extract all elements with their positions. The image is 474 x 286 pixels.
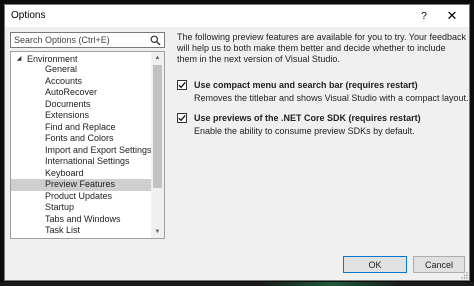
scrollbar-thumb[interactable] [153, 65, 162, 188]
scroll-down-icon[interactable]: ▼ [151, 226, 164, 238]
intro-line: will help us to both make them better an… [177, 43, 446, 53]
close-button[interactable]: ✕ [441, 6, 463, 26]
collapse-arrow-icon[interactable]: ◢ [14, 53, 24, 64]
ok-button[interactable]: OK [343, 256, 407, 273]
tree-item[interactable]: Documents [11, 99, 151, 111]
compact-menu-checkbox[interactable] [177, 80, 187, 90]
tree-item[interactable]: General [11, 64, 151, 76]
background-strip [0, 282, 474, 286]
tree-item[interactable]: Startup [11, 202, 151, 214]
window-title: Options [11, 10, 46, 21]
tree-item[interactable]: Preview Features [11, 179, 151, 191]
resize-grip-icon[interactable] [460, 271, 468, 279]
search-input[interactable] [14, 34, 144, 46]
tree-item[interactable]: Accounts [11, 76, 151, 88]
checkmark-icon [178, 114, 186, 122]
dotnet-preview-checkbox[interactable] [177, 113, 187, 123]
cancel-button[interactable]: Cancel [413, 256, 465, 273]
options-tree: ◢ Environment General Accounts AutoRecover… [10, 51, 165, 239]
compact-menu-description: Removes the titlebar and shows Visual St… [194, 93, 469, 103]
tree-item[interactable]: Extensions [11, 110, 151, 122]
tree-item[interactable]: Keyboard [11, 168, 151, 180]
tree-item[interactable]: Fonts and Colors [11, 133, 151, 145]
options-dialog: Options ? ✕ ◢ Environment GeneralAccount… [4, 4, 470, 281]
tree-item[interactable]: Trust Settings [11, 237, 151, 239]
title-bar: Options ? ✕ [5, 5, 469, 27]
tree-item[interactable]: AutoRecover [11, 87, 151, 99]
tree-item[interactable]: Product Updates [11, 191, 151, 203]
tree-items: General Accounts AutoRecover Documents Exten… [11, 64, 152, 239]
tree-item[interactable]: International Settings [11, 156, 151, 168]
search-box[interactable] [10, 32, 165, 48]
tree-item[interactable]: Tabs and Windows [11, 214, 151, 226]
tree-item[interactable]: Import and Export Settings [11, 145, 152, 157]
compact-menu-label[interactable]: Use compact menu and search bar (require… [194, 80, 418, 90]
tree-scrollbar[interactable]: ▲ ▼ [151, 52, 164, 238]
tree-item[interactable]: Find and Replace [11, 122, 151, 134]
intro-text: The following preview features are avail… [177, 32, 467, 65]
dotnet-preview-description: Enable the ability to consume preview SD… [194, 126, 415, 136]
search-icon[interactable] [150, 35, 161, 46]
tree-item[interactable]: Task List [11, 225, 151, 237]
scroll-up-icon[interactable]: ▲ [151, 52, 164, 64]
intro-line: them in the next version of Visual Studi… [177, 54, 340, 64]
tree-node-environment[interactable]: ◢ Environment [11, 53, 151, 64]
checkmark-icon [178, 81, 186, 89]
tree-node-label: Environment [27, 53, 78, 64]
intro-line: The following preview features are avail… [177, 32, 466, 42]
help-button[interactable]: ? [413, 6, 435, 26]
dotnet-preview-label[interactable]: Use previews of the .NET Core SDK (requi… [194, 113, 421, 123]
